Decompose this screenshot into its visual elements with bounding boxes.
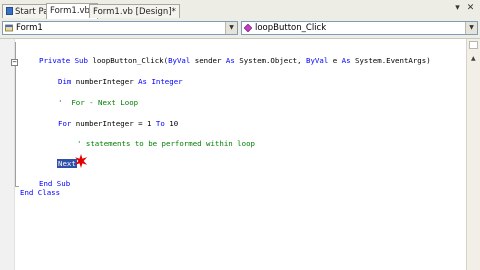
tab-label: Form1.vb* [50,6,95,16]
code-editor[interactable] [0,39,466,270]
tab-label: Form1.vb [Design]* [93,7,176,17]
start-page-icon [6,7,13,15]
collapse-sub-icon[interactable]: − [11,59,18,66]
class-name-combo[interactable]: Form1 ▼ [2,21,238,35]
class-combo-value: Form1 [16,23,43,33]
outline-end [15,186,19,187]
vertical-scrollbar[interactable]: ▲ [466,39,480,270]
code-line-comment-body: ' statements to be performed within loop [77,139,255,148]
code-line-for: For numberInteger = 1 To 10 [58,119,179,128]
document-tab-bar: Start Page Form1.vb* Form1.vb [Design]* … [0,0,480,20]
close-icon[interactable]: ✕ [466,4,475,13]
chevron-down-icon[interactable]: ▼ [225,22,237,34]
scroll-up-icon[interactable]: ▲ [471,55,476,62]
code-line-dim: Dim numberInteger As Integer [58,77,183,86]
cursor-highlight-star-icon [75,154,87,168]
code-line-comment-heading: ' For - Next Loop [58,98,139,107]
class-icon [5,24,13,32]
event-icon [244,24,252,32]
method-combo-value: loopButton_Click [255,23,327,33]
editor-margin [0,39,15,270]
method-name-combo[interactable]: loopButton_Click ▼ [241,21,478,35]
code-line-end-class: End Class [20,188,61,197]
tab-list-dropdown-icon[interactable]: ▾ [453,4,462,13]
chevron-down-icon[interactable]: ▼ [465,22,477,34]
tab-form1-design[interactable]: Form1.vb [Design]* [89,4,180,18]
split-handle[interactable] [469,41,478,49]
code-line-sub: Private Sub loopButton_Click(ByVal sende… [39,56,431,65]
code-line-end-sub: End Sub [39,179,71,188]
code-navigation-bar: Form1 ▼ loopButton_Click ▼ [0,19,480,39]
